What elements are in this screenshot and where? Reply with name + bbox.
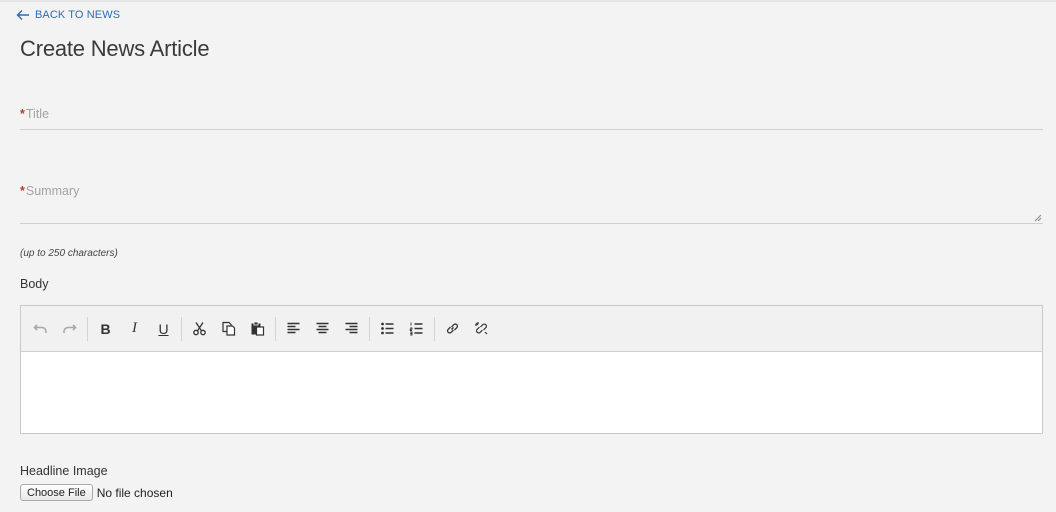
required-marker: * (20, 184, 25, 198)
undo-icon[interactable] (26, 315, 55, 343)
resize-handle-icon[interactable] (1034, 214, 1042, 222)
title-placeholder: *Title (20, 107, 50, 121)
underline-icon[interactable]: U (149, 315, 178, 343)
summary-hint: (up to 250 characters) (20, 248, 118, 259)
summary-field[interactable]: *Summary (20, 182, 1043, 225)
toolbar-separator (181, 316, 182, 341)
cut-icon[interactable] (185, 315, 214, 343)
align-right-icon[interactable] (337, 315, 366, 343)
bold-icon[interactable]: B (91, 315, 120, 343)
title-underline (20, 129, 1043, 130)
headline-image-label: Headline Image (20, 464, 108, 478)
numbered-list-icon[interactable] (402, 315, 431, 343)
top-border (0, 0, 1056, 2)
redo-icon[interactable] (55, 315, 84, 343)
rich-text-editor[interactable]: B I U (20, 305, 1043, 434)
editor-toolbar: B I U (21, 306, 1042, 352)
choose-file-button[interactable]: Choose File (20, 484, 93, 501)
align-left-icon[interactable] (279, 315, 308, 343)
back-to-news-link[interactable]: BACK TO NEWS (16, 9, 120, 21)
file-status: No file chosen (96, 485, 173, 500)
body-label: Body (20, 277, 49, 291)
summary-placeholder: *Summary (20, 184, 80, 198)
italic-icon[interactable]: I (120, 315, 149, 343)
unlink-icon[interactable] (467, 315, 496, 343)
toolbar-separator (434, 316, 435, 341)
paste-icon[interactable] (243, 315, 272, 343)
summary-underline (20, 223, 1043, 224)
link-icon[interactable] (438, 315, 467, 343)
back-to-news-label: BACK TO NEWS (35, 9, 121, 21)
copy-icon[interactable] (214, 315, 243, 343)
title-field[interactable]: *Title (20, 105, 1043, 131)
toolbar-separator (87, 316, 88, 341)
bullet-list-icon[interactable] (373, 315, 402, 343)
required-marker: * (20, 107, 25, 121)
page-title: Create News Article (20, 36, 210, 61)
toolbar-separator (369, 316, 370, 341)
headline-image-input: Choose File No file chosen (20, 484, 173, 501)
editor-content-area[interactable] (21, 352, 1042, 433)
align-center-icon[interactable] (308, 315, 337, 343)
toolbar-separator (275, 316, 276, 341)
arrow-left-icon (16, 10, 29, 20)
